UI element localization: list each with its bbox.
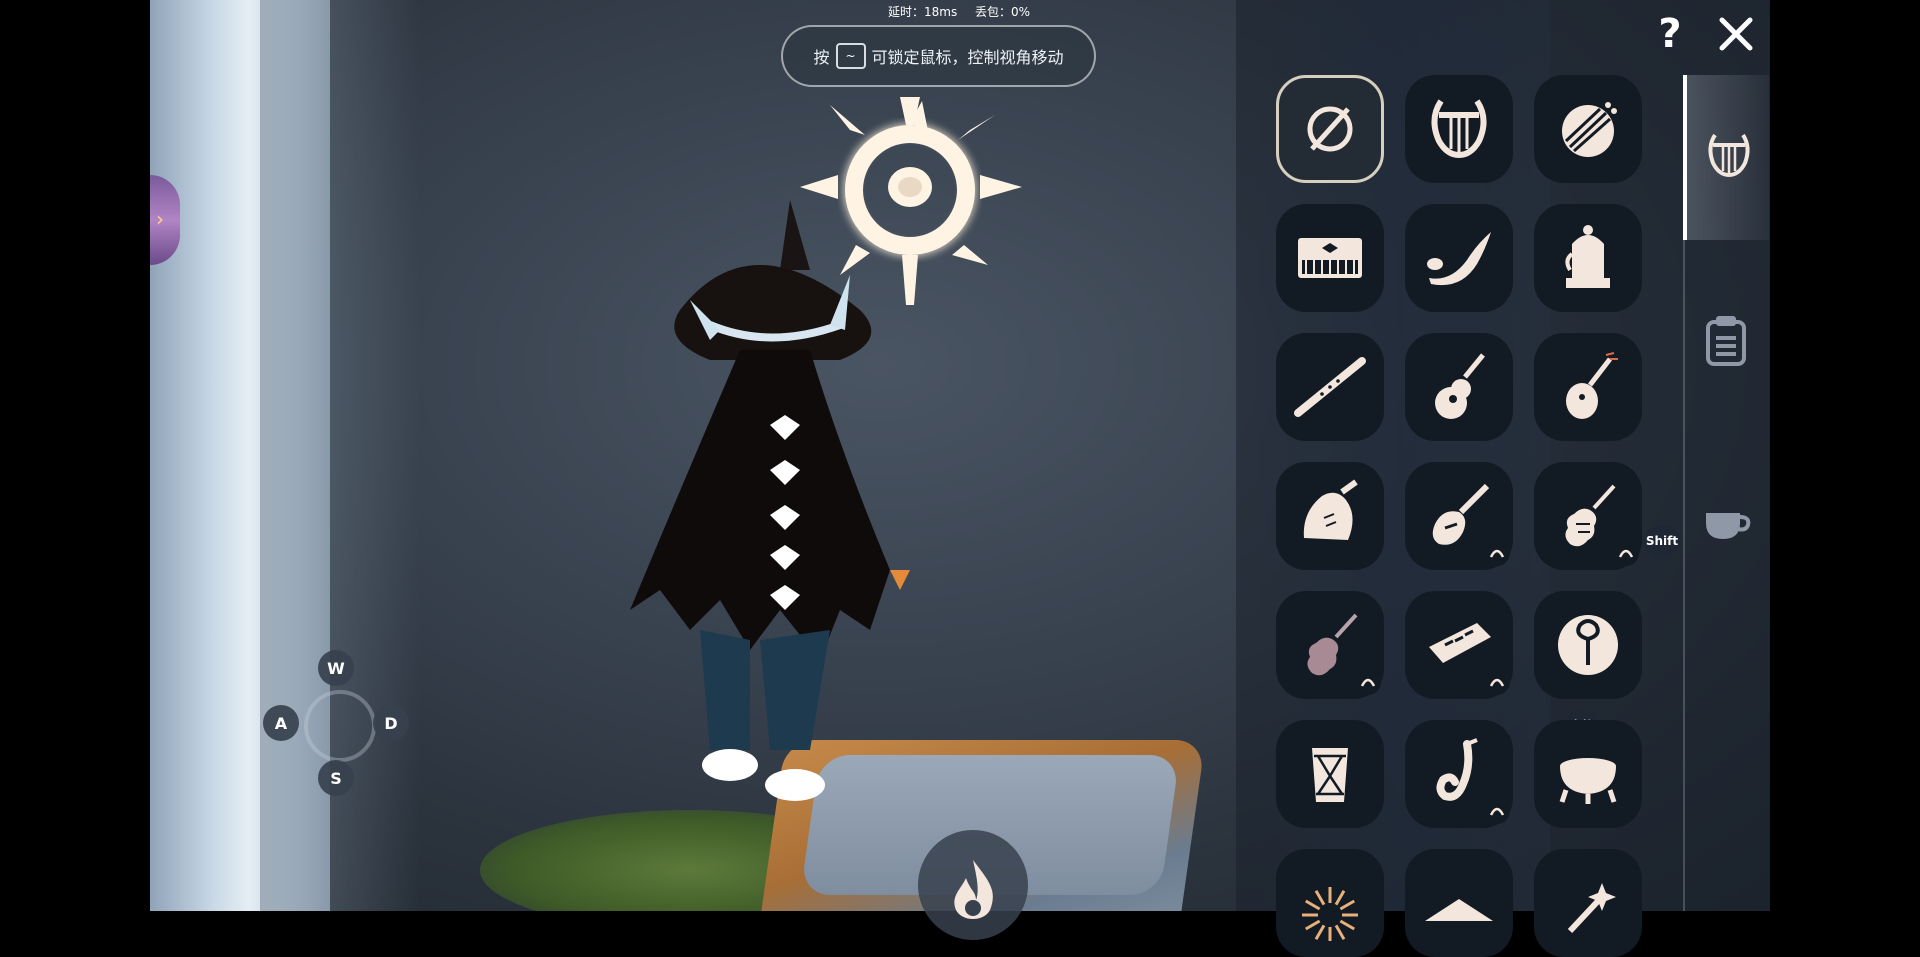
teacup-icon[interactable] <box>1698 495 1754 551</box>
instrument-slot-drum-round[interactable] <box>1534 75 1642 183</box>
flame-icon <box>954 860 993 919</box>
lyre-icon <box>1431 99 1487 159</box>
help-icon: ? <box>1658 11 1682 57</box>
hint-text: 可锁定鼠标，控制视角移动 <box>871 48 1064 67</box>
lute-icon <box>1566 352 1618 419</box>
handbell-icon <box>1303 479 1358 540</box>
variant-toggle-icon[interactable] <box>1484 798 1510 824</box>
variant-toggle-icon[interactable] <box>1355 669 1381 695</box>
harmonica-icon <box>1429 623 1491 663</box>
key-d-button[interactable]: D <box>373 705 409 741</box>
saxophone-icon <box>1436 738 1478 801</box>
cello-icon <box>1307 613 1358 676</box>
tree-drum-icon <box>1558 615 1618 675</box>
music-box-icon <box>1565 225 1610 288</box>
variant-toggle-icon[interactable] <box>1484 669 1510 695</box>
instrument-slot-guitar[interactable] <box>1405 333 1513 441</box>
movement-joystick[interactable] <box>304 690 376 762</box>
instrument-slot-flute[interactable] <box>1276 333 1384 441</box>
hint-prefix: 按 <box>813 48 830 67</box>
instrument-slot-hand-drum[interactable] <box>1276 720 1384 828</box>
instrument-slot-piano[interactable] <box>1276 204 1384 312</box>
instrument-slot-hat[interactable] <box>1405 849 1513 957</box>
instrument-slot-lyre[interactable] <box>1405 75 1513 183</box>
key-a-button[interactable]: A <box>263 705 299 741</box>
flame-emote-button[interactable] <box>918 830 1028 940</box>
instrument-slot-lute[interactable] <box>1534 333 1642 441</box>
round-harp-icon <box>1562 102 1617 157</box>
instrument-slot-music-box[interactable] <box>1534 204 1642 312</box>
hand-drum-icon <box>1312 748 1348 802</box>
lyre-icon <box>1708 133 1750 178</box>
cauldron-drum-icon <box>1559 758 1617 804</box>
packet-loss-text: 丢包：0% <box>975 5 1031 19</box>
network-status: 延时：18ms 丢包：0% <box>888 3 1044 20</box>
latency-text: 延时：18ms <box>888 5 958 19</box>
instrument-slot-sparkle[interactable] <box>1534 849 1642 957</box>
shift-key-badge: Shift <box>1644 526 1680 556</box>
instrument-slot-bell[interactable] <box>1276 462 1384 570</box>
clipboard-icon[interactable] <box>1698 312 1754 368</box>
mouse-lock-hint: 按 ~ 可锁定鼠标，控制视角移动 <box>781 25 1096 87</box>
instrument-slot-cauldron-drum[interactable] <box>1534 720 1642 828</box>
violin-icon <box>1565 484 1616 547</box>
key-s-button[interactable]: S <box>318 760 354 796</box>
fireworks-icon <box>1302 887 1358 941</box>
piano-icon <box>1298 238 1362 278</box>
instrument-slot-none[interactable] <box>1276 75 1384 183</box>
instrument-slot-horn[interactable] <box>1405 204 1513 312</box>
instrument-slot-fireworks[interactable] <box>1276 849 1384 957</box>
straw-hat-icon <box>1425 899 1493 921</box>
flute-icon <box>1294 357 1366 417</box>
sparkle-wand-icon <box>1567 883 1616 934</box>
key-w-button[interactable]: W <box>318 650 354 686</box>
electric-guitar-icon <box>1432 483 1490 545</box>
player-character <box>630 200 910 801</box>
stone-pillar <box>150 0 420 911</box>
empty-set-icon <box>1307 106 1353 152</box>
variant-toggle-icon[interactable] <box>1484 540 1510 566</box>
help-button[interactable]: ? <box>1650 11 1690 57</box>
close-icon[interactable] <box>1714 12 1758 56</box>
variant-toggle-icon[interactable] <box>1613 540 1639 566</box>
tilde-key-icon: ~ <box>835 43 866 69</box>
chevron-right-icon: › <box>156 207 164 231</box>
horn-icon <box>1427 232 1491 286</box>
tab-instruments[interactable] <box>1683 75 1769 240</box>
instrument-slot-tree-drum[interactable] <box>1534 591 1642 699</box>
guitar-icon <box>1435 353 1485 419</box>
